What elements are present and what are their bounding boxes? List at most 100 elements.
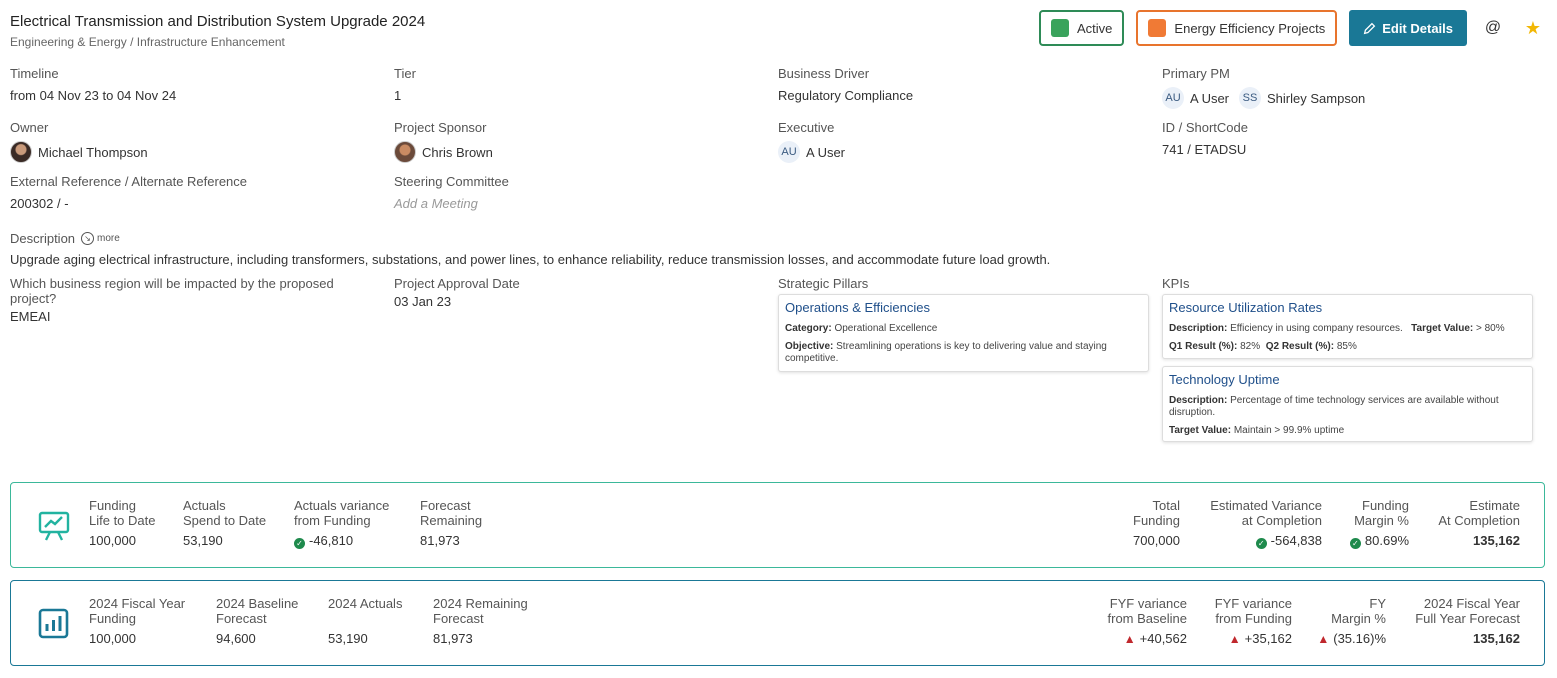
avatar xyxy=(10,141,32,163)
edit-details-label: Edit Details xyxy=(1382,20,1453,36)
strategic-pillars-field: Strategic Pillars xyxy=(778,276,1148,291)
fiscal-year-panel: 2024 Fiscal Year Funding 100,000 2024 Bas… xyxy=(10,580,1545,666)
check-circle-icon: ✓ xyxy=(1349,538,1361,549)
timeline-field: Timeline from 04 Nov 23 to 04 Nov 24 xyxy=(10,66,380,103)
mention-icon[interactable]: @ xyxy=(1479,14,1507,42)
sponsor-label: Project Sponsor xyxy=(394,120,487,135)
more-toggle[interactable]: ↘ more xyxy=(81,232,120,245)
avatar xyxy=(394,141,416,163)
category-color-swatch xyxy=(1148,19,1167,37)
metric-value: 94,600 xyxy=(216,631,256,646)
person-chip[interactable]: SS Shirley Sampson xyxy=(1239,87,1365,109)
pillar-objective: Objective: Streamlining operations is ke… xyxy=(785,341,1107,364)
metric-value: ✓ -564,838 xyxy=(1210,533,1322,549)
kpi-description: Description: Efficiency in using company… xyxy=(1169,323,1505,334)
fyf-variance-funding-metric: FYF variance from Funding ▲ +35,162 xyxy=(1214,596,1292,646)
approval-date-field: Project Approval Date 03 Jan 23 xyxy=(394,276,764,309)
steering-committee-label: Steering Committee xyxy=(394,174,509,189)
avatar: SS xyxy=(1239,87,1262,109)
tier-label: Tier xyxy=(394,66,416,81)
category-tag[interactable]: Energy Efficiency Projects xyxy=(1136,10,1338,46)
description-header: Description ↘ more xyxy=(10,231,120,246)
person-chip[interactable]: Chris Brown xyxy=(394,141,493,163)
funding-margin-metric: Funding Margin % ✓ 80.69% xyxy=(1349,498,1409,549)
kpi-description: Description: Percentage of time technolo… xyxy=(1169,395,1499,418)
warning-icon: ▲ xyxy=(1317,632,1330,646)
external-reference-value: 200302 / - xyxy=(10,196,69,211)
person-chip[interactable]: AU A User xyxy=(1162,87,1229,109)
bar-chart-icon xyxy=(38,608,69,639)
steering-committee-field: Steering Committee Add a Meeting xyxy=(394,174,764,211)
kpi-results: Q1 Result (%): 82% Q2 Result (%): 85% xyxy=(1169,341,1357,352)
metric-value: 100,000 xyxy=(89,533,136,548)
metric-value: 53,190 xyxy=(328,631,368,646)
tier-value: 1 xyxy=(394,88,402,103)
category-tag-label: Energy Efficiency Projects xyxy=(1174,20,1326,36)
timeline-label: Timeline xyxy=(10,66,59,81)
fy-actuals-metric: 2024 Actuals 53,190 xyxy=(328,596,403,646)
metric-value: 81,973 xyxy=(433,631,473,646)
approval-date-label: Project Approval Date xyxy=(394,276,520,291)
primary-pm-label: Primary PM xyxy=(1162,66,1230,81)
id-shortcode-value: 741 / ETADSU xyxy=(1162,142,1247,157)
forecast-remaining-metric: Forecast Remaining 81,973 xyxy=(420,498,483,548)
person-name: Chris Brown xyxy=(422,144,493,160)
region-label: Which business region will be impacted b… xyxy=(10,276,334,306)
external-reference-label: External Reference / Alternate Reference xyxy=(10,174,248,189)
kpi-card[interactable]: Resource Utilization Rates Description: … xyxy=(1162,294,1533,359)
metric-value: ✓ 80.69% xyxy=(1349,533,1409,549)
description-text: Upgrade aging electrical infrastructure,… xyxy=(10,252,1051,267)
metric-value: 81,973 xyxy=(420,533,460,548)
region-field: Which business region will be impacted b… xyxy=(10,276,370,324)
business-driver-label: Business Driver xyxy=(778,66,870,81)
more-label: more xyxy=(97,233,120,244)
external-reference-field: External Reference / Alternate Reference… xyxy=(10,174,380,211)
business-driver-value: Regulatory Compliance xyxy=(778,88,914,103)
pillar-category: Category: Operational Excellence xyxy=(785,323,938,334)
sponsor-list: Chris Brown xyxy=(394,141,764,163)
avatar: AU xyxy=(1162,87,1184,109)
favorite-star-icon[interactable]: ★ xyxy=(1519,14,1547,42)
page-title: Electrical Transmission and Distribution… xyxy=(10,13,426,30)
remaining-forecast-metric: 2024 Remaining Forecast 81,973 xyxy=(433,596,528,646)
strategic-pillars-label: Strategic Pillars xyxy=(778,276,869,291)
metric-value: 100,000 xyxy=(89,631,136,646)
kpi-title: Technology Uptime xyxy=(1169,372,1280,387)
estimated-variance-metric: Estimated Variance at Completion ✓ -564,83… xyxy=(1210,498,1322,549)
fy-funding-metric: 2024 Fiscal Year Funding 100,000 xyxy=(89,596,186,646)
add-meeting-link[interactable]: Add a Meeting xyxy=(394,196,764,211)
presentation-chart-icon xyxy=(38,511,70,541)
executive-field: Executive AU A User xyxy=(778,120,1148,163)
pencil-icon xyxy=(1363,22,1376,34)
executive-list: AU A User xyxy=(778,141,1148,163)
kpi-target: Target Value: Maintain > 99.9% uptime xyxy=(1169,425,1345,436)
metric-value: ▲ +40,562 xyxy=(1123,631,1187,646)
timeline-value: from 04 Nov 23 to 04 Nov 24 xyxy=(10,88,177,103)
metric-value: 700,000 xyxy=(1133,533,1180,548)
edit-details-button[interactable]: Edit Details xyxy=(1349,10,1467,46)
primary-pm-field: Primary PM AU A User SS Shirley Sampson xyxy=(1162,66,1532,109)
kpis-field: KPIs xyxy=(1162,276,1532,291)
warning-icon: ▲ xyxy=(1228,632,1241,646)
sponsor-field: Project Sponsor Chris Brown xyxy=(394,120,764,163)
total-funding-metric: Total Funding 700,000 xyxy=(1133,498,1180,548)
metric-value: ▲ +35,162 xyxy=(1228,631,1292,646)
tier-field: Tier 1 xyxy=(394,66,764,103)
full-year-forecast-metric: 2024 Fiscal Year Full Year Forecast 135,1… xyxy=(1415,596,1520,646)
metric-value: ▲ (35.16)% xyxy=(1317,631,1386,646)
primary-pm-list: AU A User SS Shirley Sampson xyxy=(1162,87,1532,109)
funding-ltd-metric: Funding Life to Date 100,000 xyxy=(89,498,156,548)
person-name: A User xyxy=(1190,90,1230,106)
id-shortcode-label: ID / ShortCode xyxy=(1162,120,1248,135)
person-chip[interactable]: AU A User xyxy=(778,141,845,163)
metric-value: 135,162 xyxy=(1473,631,1520,646)
expand-icon: ↘ xyxy=(81,232,95,245)
strategic-pillar-card[interactable]: Operations & Efficiencies Category: Oper… xyxy=(778,294,1149,372)
check-circle-icon: ✓ xyxy=(294,538,305,549)
actuals-spend-metric: Actuals Spend to Date 53,190 xyxy=(183,498,267,548)
person-chip[interactable]: Michael Thompson xyxy=(10,141,148,163)
header-actions: Active Energy Efficiency Projects Edit D… xyxy=(1039,10,1547,46)
status-tag-active[interactable]: Active xyxy=(1039,10,1125,46)
id-shortcode-field: ID / ShortCode 741 / ETADSU xyxy=(1162,120,1532,157)
kpi-card[interactable]: Technology Uptime Description: Percentag… xyxy=(1162,366,1533,442)
